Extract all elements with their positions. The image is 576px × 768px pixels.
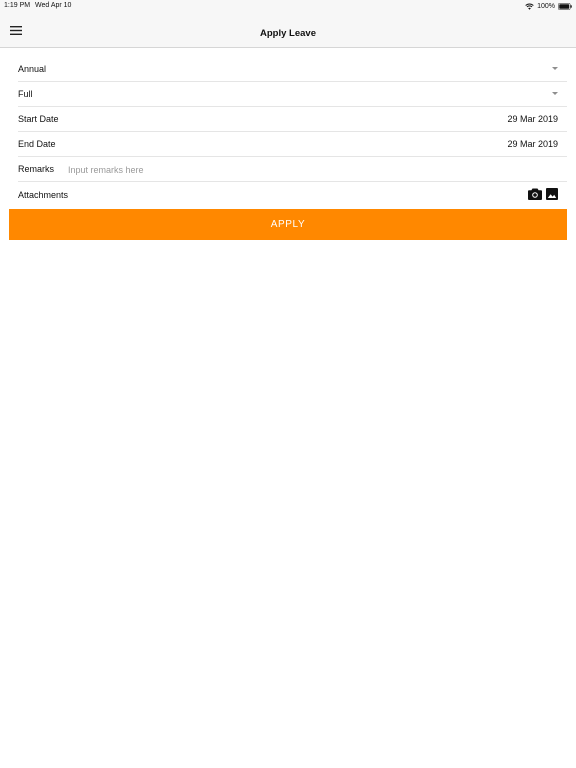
remarks-label: Remarks xyxy=(18,164,55,174)
image-icon[interactable] xyxy=(546,188,558,202)
start-date-row[interactable]: Start Date 29 Mar 2019 xyxy=(18,107,567,132)
status-bar: 1:19 PM Wed Apr 10 100% xyxy=(0,0,576,12)
wifi-icon xyxy=(525,3,534,10)
status-time: 1:19 PM xyxy=(4,2,31,9)
battery-percent: 100% xyxy=(537,2,555,10)
status-indicators: 100% xyxy=(525,1,572,11)
attachment-buttons xyxy=(528,188,558,202)
day-type-value: Full xyxy=(18,89,33,99)
start-date-label: Start Date xyxy=(18,114,59,124)
end-date-row[interactable]: End Date 29 Mar 2019 xyxy=(18,132,567,157)
page-title: Apply Leave xyxy=(260,28,316,39)
hamburger-menu-icon[interactable] xyxy=(6,22,26,38)
end-date-label: End Date xyxy=(18,139,56,149)
battery-icon xyxy=(558,2,572,10)
apply-button[interactable]: APPLY xyxy=(9,209,567,240)
day-type-dropdown[interactable]: Full xyxy=(18,82,567,107)
camera-icon[interactable] xyxy=(528,188,542,202)
remarks-input[interactable] xyxy=(68,162,528,177)
navigation-bar: Apply Leave xyxy=(0,12,576,48)
apply-leave-form: Annual Full Start Date 29 Mar 2019 End D… xyxy=(18,57,567,207)
chevron-down-icon xyxy=(552,67,558,70)
remarks-row: Remarks xyxy=(18,157,567,182)
leave-type-value: Annual xyxy=(18,64,47,74)
start-date-value[interactable]: 29 Mar 2019 xyxy=(507,107,558,132)
leave-type-dropdown[interactable]: Annual xyxy=(18,57,567,82)
attachments-row: Attachments xyxy=(18,182,567,207)
attachments-label: Attachments xyxy=(18,189,69,200)
chevron-down-icon xyxy=(552,92,558,95)
status-date: Wed Apr 10 xyxy=(35,2,72,9)
end-date-value[interactable]: 29 Mar 2019 xyxy=(507,132,558,157)
